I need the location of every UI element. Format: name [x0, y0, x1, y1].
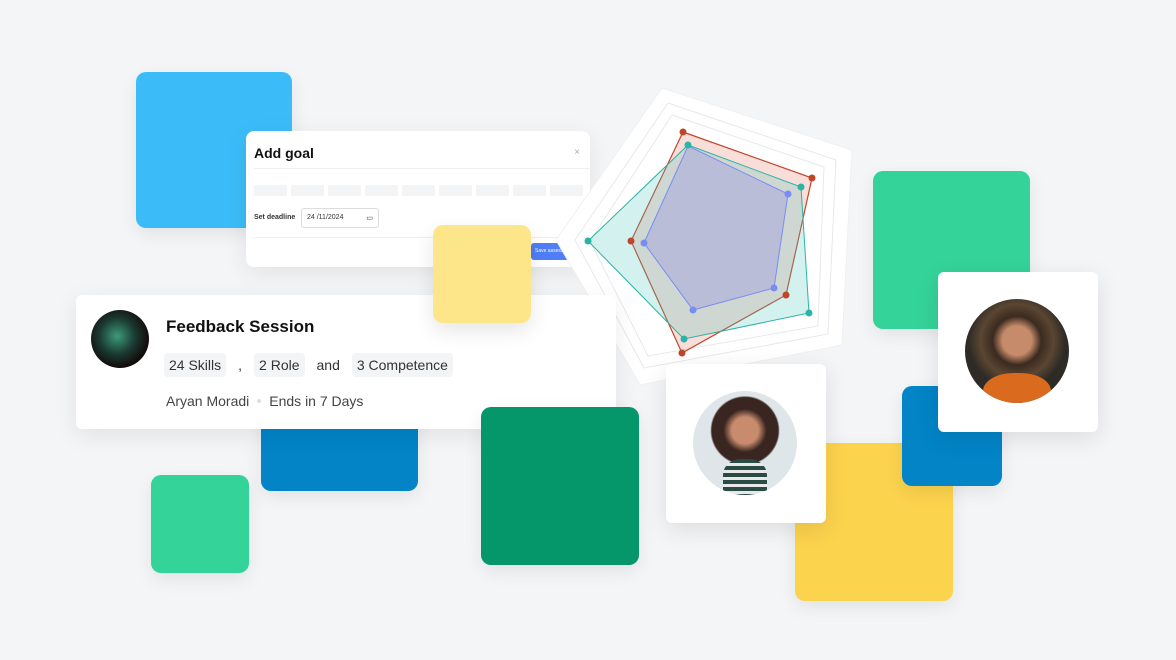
- avatar-photo: [693, 391, 797, 495]
- decor-square-pale-yellow: [433, 225, 531, 323]
- role-tag: 2 Role: [254, 353, 305, 377]
- session-meta: Aryan Moradi Ends in 7 Days: [166, 393, 363, 409]
- session-title: Feedback Session: [166, 317, 315, 336]
- separator: and: [316, 357, 340, 373]
- ends-in: Ends in 7 Days: [269, 393, 364, 409]
- session-tags: 24 Skills , 2 Role and 3 Competence: [164, 353, 453, 377]
- competence-tag: 3 Competence: [351, 353, 453, 377]
- separator: ,: [238, 357, 243, 373]
- dot-separator: [257, 399, 262, 403]
- decor-square-dark-green: [481, 407, 639, 565]
- skills-tag: 24 Skills: [164, 353, 227, 377]
- profile-card-man: [938, 272, 1098, 432]
- person-name: Aryan Moradi: [166, 393, 250, 409]
- avatar: [91, 310, 149, 368]
- avatar-photo: [965, 299, 1069, 403]
- profile-card-woman: [666, 364, 826, 523]
